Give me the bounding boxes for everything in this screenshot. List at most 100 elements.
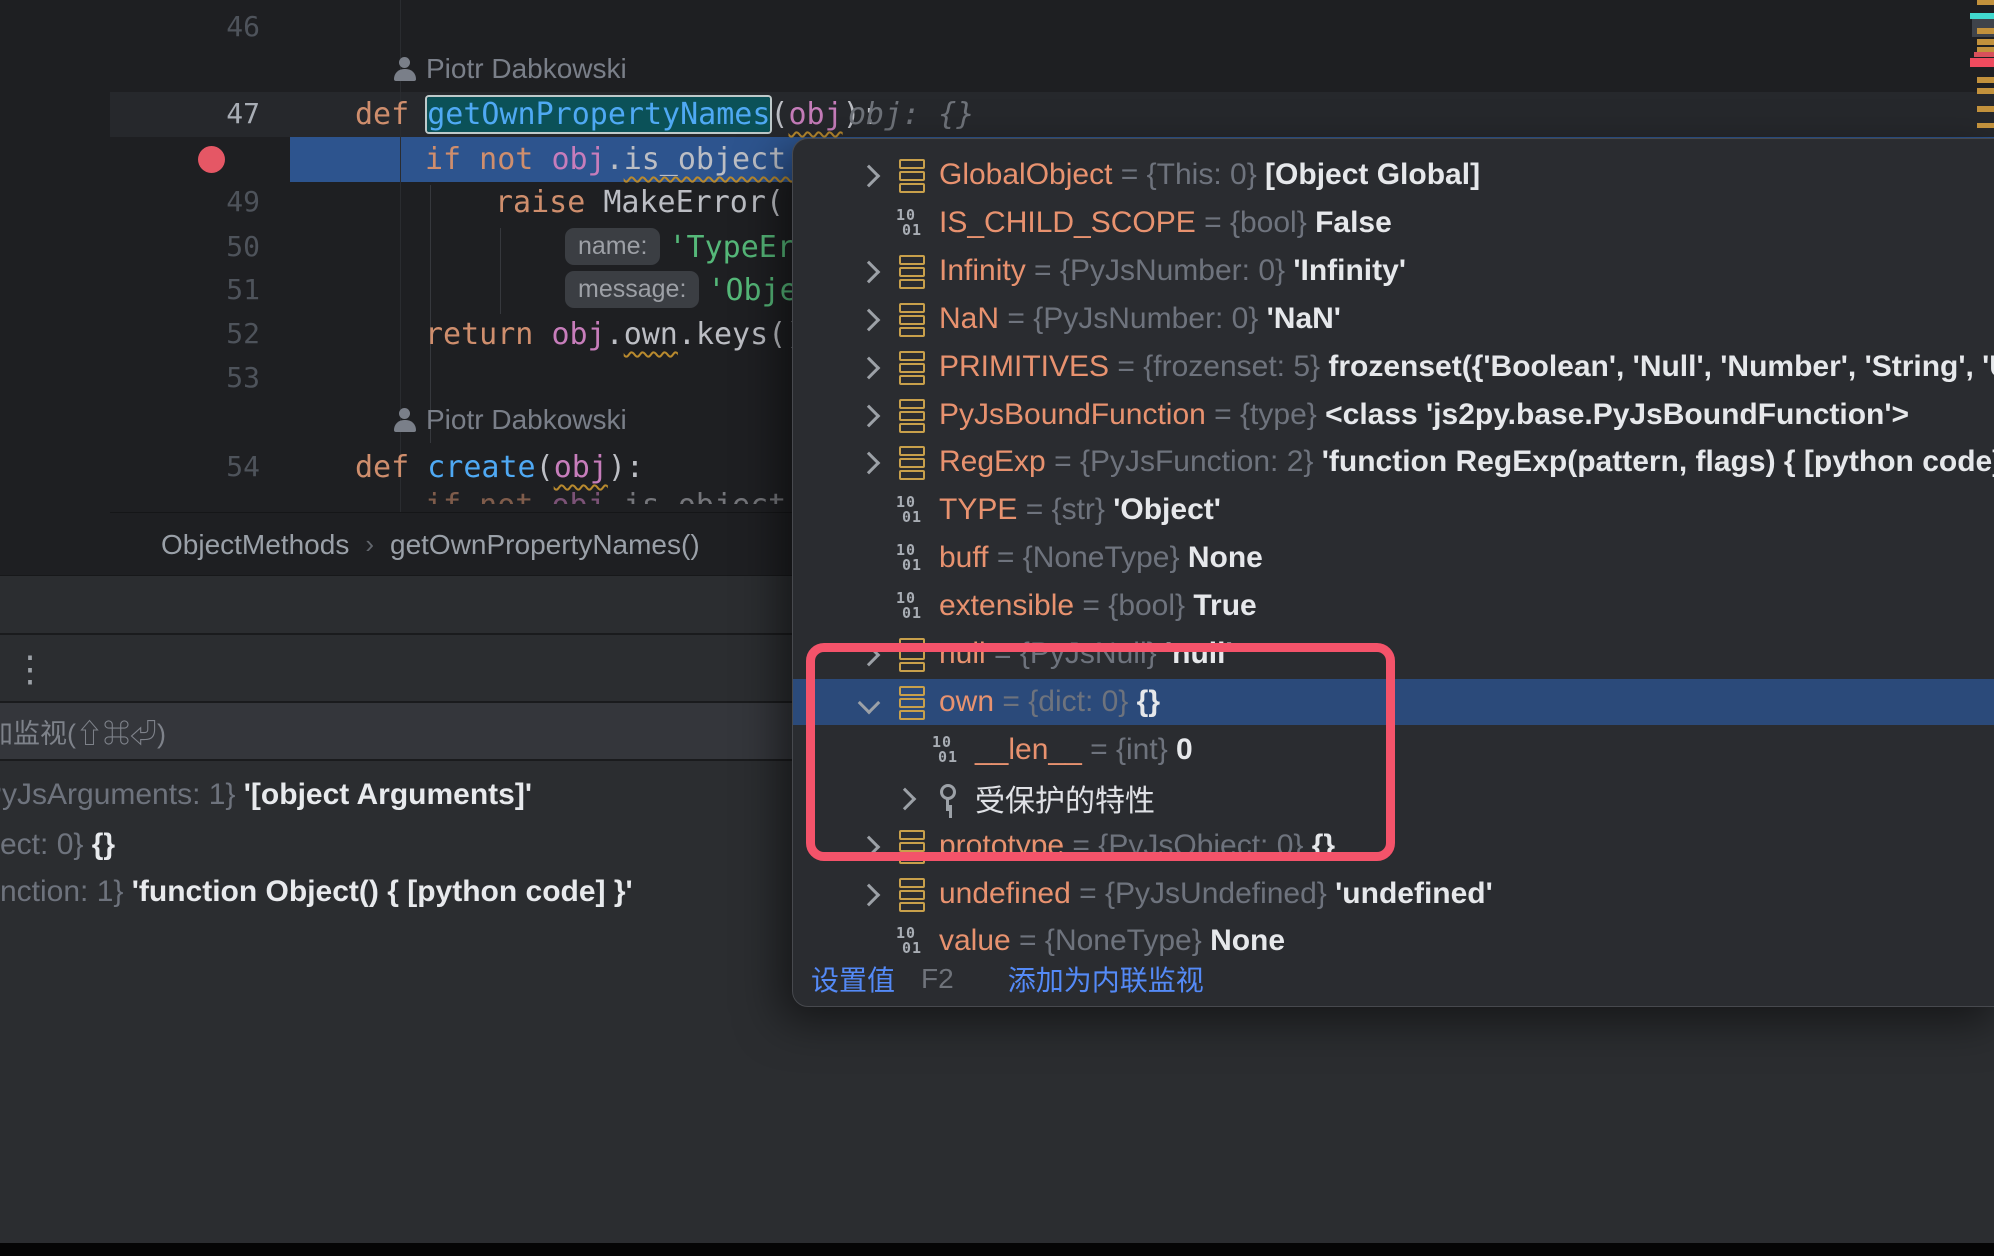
line-number[interactable]: 50 — [150, 225, 260, 269]
equals-sign: = — [1112, 158, 1146, 191]
variable-name: GlobalObject — [939, 158, 1112, 191]
person-icon — [394, 57, 416, 81]
add-inline-watch-link[interactable]: 添加为内联监视 — [1008, 959, 1204, 999]
variable-row-IS_CHILD_SCOPE[interactable]: 1001IS_CHILD_SCOPE = {bool} False — [793, 200, 1994, 246]
object-icon — [899, 399, 925, 433]
variable-row-value[interactable]: 1001value = {NoneType} None — [793, 918, 1994, 964]
code-token: def — [355, 450, 427, 485]
variable-text: PyJsBoundFunction = {type} <class 'js2py… — [939, 398, 1909, 432]
stripe-mark[interactable] — [1977, 77, 1994, 83]
watch-type: nction: 1} — [0, 875, 132, 908]
variable-type: {frozenset: 5} — [1143, 350, 1328, 383]
chevron-right-icon[interactable] — [858, 404, 881, 427]
line-number[interactable]: 51 — [150, 268, 260, 312]
watch-row[interactable]: ect: 0} {} — [0, 828, 115, 862]
line-number[interactable]: 52 — [150, 312, 260, 356]
code-line[interactable]: if not obj.is_object(): — [425, 137, 840, 182]
watch-type: PyJsArguments: 1} — [0, 778, 244, 811]
watch-value: '[object Arguments]' — [244, 778, 532, 811]
equals-sign: = — [1017, 493, 1051, 526]
variable-row-extensible[interactable]: 1001extensible = {bool} True — [793, 583, 1994, 629]
code-line[interactable]: if not obj.is_object(): — [425, 483, 840, 504]
chevron-right-icon[interactable] — [858, 883, 881, 906]
variable-type: {PyJsNumber: 0} — [1060, 254, 1293, 287]
variable-name: RegExp — [939, 445, 1046, 478]
object-icon — [899, 351, 925, 385]
variable-row-RegExp[interactable]: RegExp = {PyJsFunction: 2} 'function Reg… — [793, 439, 1994, 485]
variable-value: None — [1188, 541, 1263, 574]
variable-row-buff[interactable]: 1001buff = {NoneType} None — [793, 535, 1994, 581]
stripe-mark[interactable] — [1977, 123, 1994, 128]
equals-sign: = — [989, 541, 1023, 574]
primitive-icon: 1001 — [896, 495, 930, 531]
code-line[interactable]: raise MakeError( — [495, 180, 784, 225]
variable-name: NaN — [939, 302, 999, 335]
chevron-right-icon[interactable] — [858, 308, 881, 331]
chevron-right-icon[interactable] — [858, 356, 881, 379]
code-line[interactable]: return obj.own.keys() — [425, 312, 804, 357]
variable-row-PRIMITIVES[interactable]: PRIMITIVES = {frozenset: 5} frozenset({'… — [793, 344, 1994, 390]
line-number[interactable]: 46 — [150, 5, 260, 49]
variable-value: [Object Global] — [1265, 158, 1480, 191]
stripe-mark[interactable] — [1974, 52, 1994, 57]
code-token: message: — [565, 271, 699, 308]
chevron-right-icon[interactable] — [858, 165, 881, 188]
variable-type: {NoneType} — [1045, 924, 1210, 957]
watch-row[interactable]: nction: 1} 'function Object() { [python … — [0, 875, 633, 909]
variable-type: {NoneType} — [1023, 541, 1188, 574]
line-number[interactable]: 54 — [150, 445, 260, 489]
stripe-mark[interactable] — [1977, 39, 1994, 45]
ide-window: 46 47 4950515253 54 def getOwnPropertyNames… — [0, 0, 1994, 1256]
variable-value: True — [1193, 589, 1256, 622]
variable-text: extensible = {bool} True — [939, 589, 1257, 623]
stripe-mark[interactable] — [1977, 106, 1994, 112]
watch-row[interactable]: PyJsArguments: 1} '[object Arguments]' — [0, 778, 532, 812]
line-number[interactable]: 47 — [150, 92, 260, 136]
variable-text: PRIMITIVES = {frozenset: 5} frozenset({'… — [939, 350, 1994, 384]
variable-text: Infinity = {PyJsNumber: 0} 'Infinity' — [939, 254, 1406, 288]
variable-value: frozenset({'Boolean', 'Null', 'Number', … — [1328, 350, 1994, 383]
variable-text: GlobalObject = {This: 0} [Object Global] — [939, 158, 1480, 192]
code-line[interactable]: def getOwnPropertyNames(obj): — [355, 92, 879, 137]
variable-value: 'NaN' — [1267, 302, 1341, 335]
person-icon — [394, 408, 416, 432]
stripe-mark[interactable] — [1970, 58, 1994, 67]
breakpoint-icon[interactable] — [198, 146, 225, 173]
debugger-variables-popup: GlobalObject = {This: 0} [Object Global]… — [792, 138, 1994, 1007]
variable-row-TYPE[interactable]: 1001TYPE = {str} 'Object' — [793, 487, 1994, 533]
code-token: obj — [551, 317, 605, 352]
inlay-text: obj: {} — [848, 97, 974, 132]
set-value-link[interactable]: 设置值 — [811, 959, 895, 999]
variable-row-undefined[interactable]: undefined = {PyJsUndefined} 'undefined' — [793, 871, 1994, 917]
variable-name: extensible — [939, 589, 1074, 622]
primitive-icon: 1001 — [896, 543, 930, 579]
stripe-mark[interactable] — [1977, 0, 1994, 5]
breadcrumb-item[interactable]: ObjectMethods — [161, 529, 349, 561]
equals-sign: = — [1074, 589, 1108, 622]
code-token: obj — [551, 142, 605, 177]
chevron-right-icon[interactable] — [858, 452, 881, 475]
variable-row-NaN[interactable]: NaN = {PyJsNumber: 0} 'NaN' — [793, 296, 1994, 342]
object-icon — [899, 159, 925, 193]
chevron-right-icon[interactable] — [858, 260, 881, 283]
kebab-menu-icon[interactable]: ⋮ — [12, 651, 48, 687]
error-stripe[interactable] — [1968, 0, 1994, 140]
watch-value: 'function Object() { [python code] }' — [132, 875, 633, 908]
code-token: def — [355, 97, 427, 132]
variable-row-GlobalObject[interactable]: GlobalObject = {This: 0} [Object Global] — [793, 152, 1994, 198]
equals-sign: = — [999, 302, 1033, 335]
variable-type: {str} — [1052, 493, 1114, 526]
stripe-mark[interactable] — [1977, 88, 1994, 94]
variable-row-PyJsBoundFunction[interactable]: PyJsBoundFunction = {type} <class 'js2py… — [793, 392, 1994, 438]
variable-name: PyJsBoundFunction — [939, 398, 1206, 431]
variable-row-Infinity[interactable]: Infinity = {PyJsNumber: 0} 'Infinity' — [793, 248, 1994, 294]
vcs-author-row: Piotr Dabkowski — [394, 404, 627, 436]
variable-type: {PyJsUndefined} — [1105, 877, 1335, 910]
line-number[interactable]: 53 — [150, 356, 260, 400]
breadcrumb-item[interactable]: getOwnPropertyNames() — [390, 529, 700, 561]
variable-type: {bool} — [1108, 589, 1193, 622]
stripe-mark[interactable] — [1977, 28, 1994, 34]
watch-value: {} — [92, 828, 115, 861]
stripe-mark[interactable] — [1970, 13, 1994, 19]
line-number[interactable]: 49 — [150, 180, 260, 224]
